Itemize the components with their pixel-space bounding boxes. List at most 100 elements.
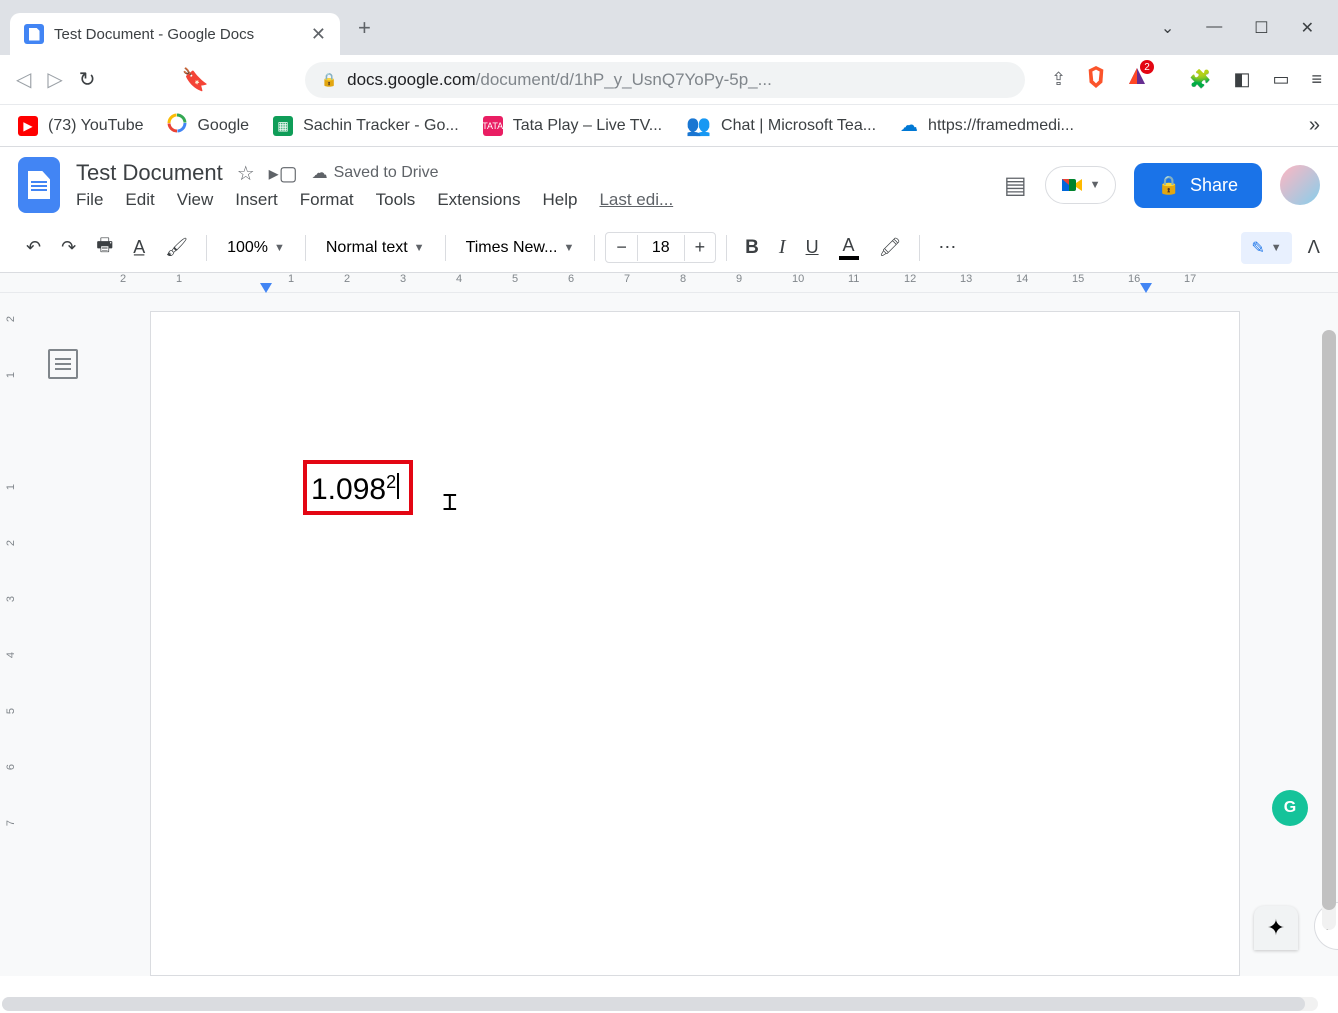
reload-button[interactable]: ↻ (79, 67, 96, 92)
tataplay-icon: TATA (483, 116, 503, 136)
redo-button[interactable]: ↷ (53, 231, 84, 264)
brave-shields-icon[interactable] (1086, 66, 1106, 93)
menu-file[interactable]: File (76, 190, 103, 210)
annotation-highlight-box: 1.0982 (303, 460, 413, 515)
scrollbar-thumb[interactable] (1322, 330, 1336, 910)
document-text[interactable]: 1.0982 (311, 473, 399, 506)
ruler-tick: 5 (5, 708, 17, 714)
undo-button[interactable]: ↶ (18, 231, 49, 264)
italic-button[interactable]: I (771, 230, 794, 265)
spellcheck-button[interactable]: A̲ (125, 231, 153, 264)
menu-edit[interactable]: Edit (125, 190, 154, 210)
increase-font-button[interactable]: + (685, 233, 716, 262)
bookmark-framedmedi[interactable]: ☁https://framedmedi... (900, 115, 1074, 136)
back-button[interactable]: ◁ (16, 67, 31, 92)
minimize-button[interactable]: — (1206, 18, 1222, 38)
star-icon[interactable]: ☆ (237, 161, 255, 186)
ruler-tick: 6 (568, 273, 574, 285)
url-path: /document/d/1hP_y_UsnQ7YoPy-5p_... (476, 70, 772, 90)
document-page[interactable]: 1.0982 Ꮖ (150, 311, 1240, 976)
close-window-button[interactable]: ✕ (1301, 18, 1314, 38)
ruler-tick: 14 (1016, 273, 1028, 285)
ruler-tick: 1 (5, 372, 17, 378)
ruler-tick: 15 (1072, 273, 1084, 285)
last-edit-link[interactable]: Last edi... (599, 190, 673, 210)
scrollbar-thumb[interactable] (2, 997, 1305, 1011)
formatting-toolbar: ↶ ↷ 🖶 A̲ 🖌 100%▼ Normal text▼ Times New.… (0, 223, 1338, 273)
menu-view[interactable]: View (177, 190, 214, 210)
indent-marker[interactable] (1140, 283, 1152, 293)
browser-tab[interactable]: Test Document - Google Docs ✕ (10, 13, 340, 55)
address-bar[interactable]: 🔒 docs.google.com/document/d/1hP_y_UsnQ7… (305, 62, 1025, 98)
docs-logo[interactable] (18, 157, 60, 213)
ruler-tick: 1 (288, 273, 294, 285)
grammarly-icon[interactable]: G (1272, 790, 1308, 826)
menu-insert[interactable]: Insert (235, 190, 278, 210)
ruler-tick: 2 (344, 273, 350, 285)
bold-button[interactable]: B (737, 231, 767, 265)
collapse-toolbar-button[interactable]: ᐱ (1308, 237, 1320, 258)
bookmark-google[interactable]: Google (167, 113, 249, 139)
new-tab-button[interactable]: + (358, 15, 371, 41)
forward-button[interactable]: ▷ (47, 67, 62, 92)
bookmark-sheets[interactable]: ▦Sachin Tracker - Go... (273, 116, 459, 136)
vertical-scrollbar[interactable] (1322, 330, 1336, 930)
bookmark-teams[interactable]: 👥Chat | Microsoft Tea... (686, 113, 876, 138)
ruler-tick: 16 (1128, 273, 1140, 285)
bookmark-youtube[interactable]: ▶(73) YouTube (18, 116, 143, 136)
menu-format[interactable]: Format (300, 190, 354, 210)
bookmark-icon[interactable]: 🔖 (182, 67, 209, 93)
bookmark-tataplay[interactable]: TATATata Play – Live TV... (483, 116, 662, 136)
extensions-icon[interactable]: 🧩 (1189, 69, 1211, 90)
menu-icon[interactable]: ≡ (1311, 69, 1322, 90)
underline-button[interactable]: U (798, 231, 827, 264)
editing-mode-button[interactable]: ✎▼ (1241, 232, 1291, 264)
lock-icon: 🔒 (1158, 175, 1180, 196)
highlight-button[interactable]: 🖍 (871, 231, 910, 264)
text-color-button[interactable]: A (831, 230, 867, 266)
wallet-icon[interactable]: ▭ (1272, 69, 1289, 90)
cloud-icon: ☁ (312, 163, 328, 183)
share-url-icon[interactable]: ⇪ (1051, 69, 1066, 90)
menu-tools[interactable]: Tools (376, 190, 416, 210)
explore-button[interactable]: ✦ (1254, 906, 1298, 950)
vertical-ruler[interactable]: 211234567 (0, 293, 30, 976)
menu-help[interactable]: Help (542, 190, 577, 210)
bookmark-label: Chat | Microsoft Tea... (721, 117, 876, 135)
tab-search-icon[interactable]: ⌄ (1161, 18, 1174, 38)
horizontal-ruler[interactable]: 211234567891011121314151617 (0, 273, 1338, 293)
comments-icon[interactable]: ▤ (1004, 171, 1027, 200)
browser-tab-strip: Test Document - Google Docs ✕ + ⌄ — ☐ ✕ (0, 0, 1338, 55)
chevron-down-icon: ▼ (274, 242, 285, 254)
separator (919, 235, 920, 261)
separator (445, 235, 446, 261)
maximize-button[interactable]: ☐ (1254, 18, 1268, 38)
account-avatar[interactable] (1280, 165, 1320, 205)
document-outline-button[interactable] (48, 349, 78, 379)
zoom-dropdown[interactable]: 100%▼ (217, 233, 295, 263)
sidebar-icon[interactable]: ◧ (1233, 69, 1250, 90)
font-size-value[interactable]: 18 (637, 235, 685, 261)
close-tab-icon[interactable]: ✕ (311, 24, 326, 45)
document-title[interactable]: Test Document (76, 160, 223, 186)
style-dropdown[interactable]: Normal text▼ (316, 233, 435, 263)
docs-header: Test Document ☆ ▸▢ ☁Saved to Drive File … (0, 147, 1338, 213)
bookmarks-overflow-icon[interactable]: » (1309, 114, 1320, 137)
share-button[interactable]: 🔒Share (1134, 163, 1262, 208)
bookmark-label: (73) YouTube (48, 117, 143, 135)
menu-extensions[interactable]: Extensions (437, 190, 520, 210)
separator (594, 235, 595, 261)
print-button[interactable]: 🖶 (88, 227, 121, 269)
saved-status[interactable]: ☁Saved to Drive (312, 163, 439, 183)
font-dropdown[interactable]: Times New...▼ (456, 233, 585, 263)
bookmark-label: Sachin Tracker - Go... (303, 117, 459, 135)
indent-marker[interactable] (260, 283, 272, 293)
meet-button[interactable]: ▼ (1045, 166, 1116, 204)
paint-format-button[interactable]: 🖌 (157, 231, 196, 264)
horizontal-scrollbar[interactable] (2, 997, 1318, 1011)
decrease-font-button[interactable]: − (606, 233, 637, 262)
more-options-button[interactable]: ⋯ (930, 231, 964, 264)
move-icon[interactable]: ▸▢ (269, 161, 298, 186)
chevron-down-icon: ▼ (563, 242, 574, 254)
brave-rewards-icon[interactable]: 2 (1126, 66, 1148, 93)
